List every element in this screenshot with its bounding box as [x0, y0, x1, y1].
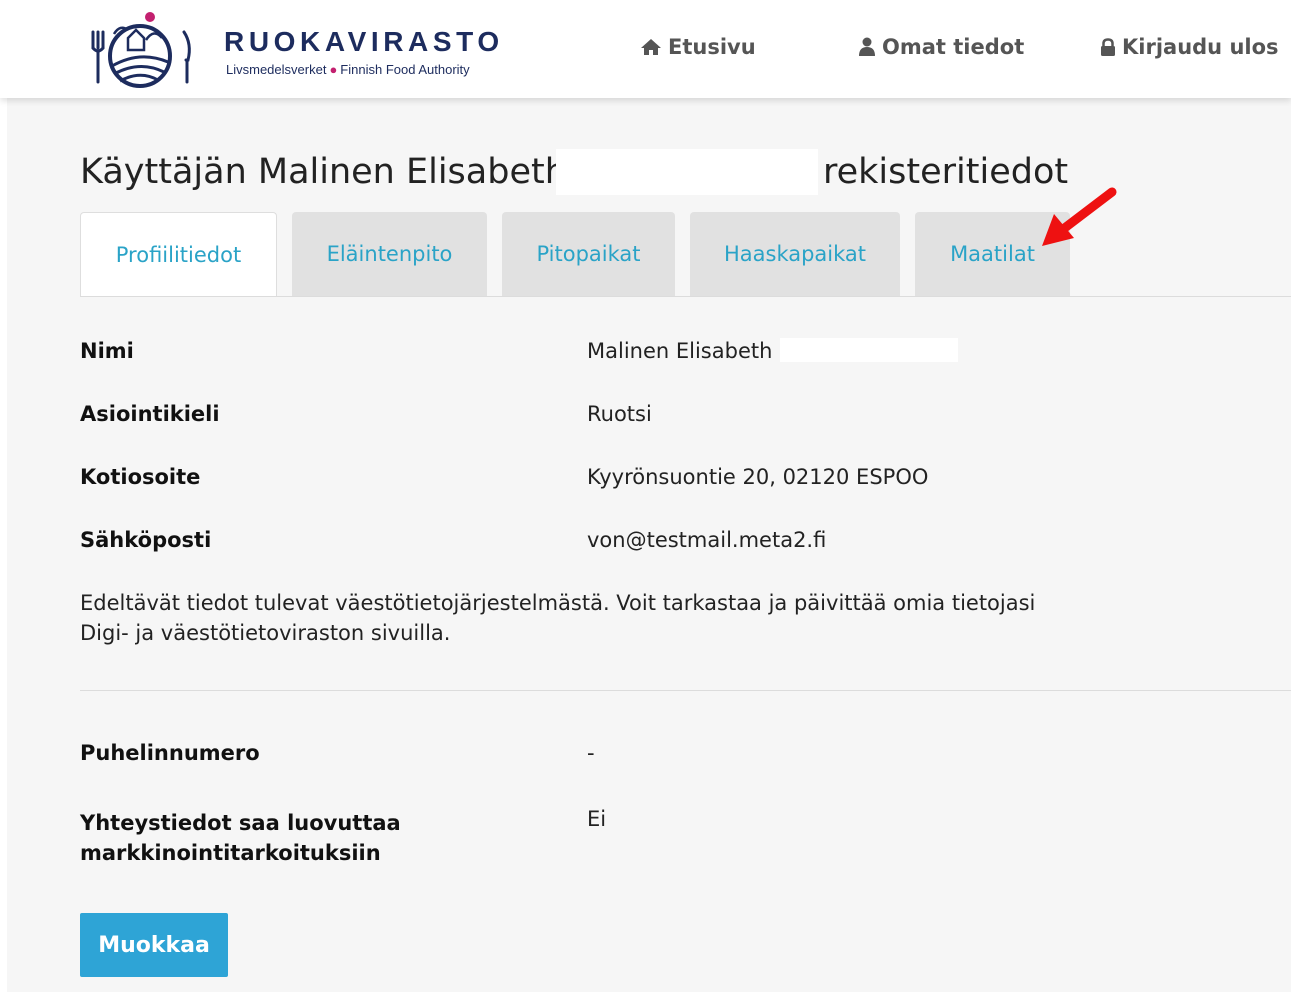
home-icon — [641, 39, 661, 55]
field-value-name: Malinen Elisabeth — [587, 339, 773, 363]
redacted-block — [556, 149, 818, 195]
tab-label: Maatilat — [950, 242, 1035, 266]
site-header: RUOKAVIRASTO Livsmedelsverket ● Finnish Fo… — [0, 0, 1291, 98]
field-value-address: Kyyrönsuontie 20, 02120 ESPOO — [587, 465, 929, 489]
ruokavirasto-logo-icon[interactable] — [84, 10, 196, 90]
tab-label: Eläintenpito — [326, 242, 453, 266]
page-title-suffix: rekisteritiedot — [823, 152, 1069, 192]
redacted-block — [780, 338, 958, 362]
red-arrow-icon — [1042, 187, 1117, 246]
lock-icon — [1101, 37, 1115, 56]
field-value-language: Ruotsi — [587, 402, 652, 426]
brand-sub-swedish: Livsmedelsverket — [226, 62, 327, 77]
tab-profiilitiedot[interactable]: Profiilitiedot — [80, 212, 277, 297]
nav-home-label: Etusivu — [668, 35, 756, 59]
nav-home[interactable]: Etusivu — [640, 34, 756, 60]
label-line: markkinointitarkoituksiin — [80, 841, 381, 865]
section-divider — [80, 690, 1291, 691]
tabs-divider — [80, 296, 1291, 297]
tab-label: Profiilitiedot — [115, 243, 242, 267]
nav-own-info[interactable]: Omat tiedot — [858, 34, 1024, 60]
population-register-info: Edeltävät tiedot tulevat väestötietojärj… — [80, 588, 1080, 648]
nav-logout-label: Kirjaudu ulos — [1122, 35, 1279, 59]
info-line: Digi- ja väestötietoviraston sivuilla. — [80, 621, 451, 645]
field-label-language: Asiointikieli — [80, 402, 220, 426]
info-line: Edeltävät tiedot tulevat väestötietojärj… — [80, 591, 1036, 615]
tab-label: Haaskapaikat — [723, 242, 867, 266]
nav-logout[interactable]: Kirjaudu ulos — [1100, 34, 1279, 60]
field-value-marketing-consent: Ei — [587, 807, 607, 831]
tab-elaintenpito[interactable]: Eläintenpito — [292, 212, 487, 296]
field-label-name: Nimi — [80, 339, 134, 363]
field-label-address: Kotiosoite — [80, 465, 201, 489]
brand-sub-english: Finnish Food Authority — [340, 62, 470, 77]
user-icon — [859, 37, 875, 56]
tab-pitopaikat[interactable]: Pitopaikat — [502, 212, 675, 296]
field-label-email: Sähköposti — [80, 528, 212, 552]
field-label-phone: Puhelinnumero — [80, 741, 260, 765]
field-value-phone: - — [587, 741, 595, 765]
label-line: Yhteystiedot saa luovuttaa — [80, 811, 401, 835]
page-title: Käyttäjän Malinen Elisabeth — [80, 152, 567, 192]
edit-button[interactable]: Muokkaa — [80, 913, 228, 977]
brand-name: RUOKAVIRASTO — [224, 26, 504, 57]
brand-subtitle: Livsmedelsverket ● Finnish Food Authority — [226, 62, 470, 77]
field-value-email: von@testmail.meta2.fi — [587, 528, 827, 552]
nav-own-info-label: Omat tiedot — [882, 35, 1025, 59]
field-label-marketing-consent: Yhteystiedot saa luovuttaa markkinointit… — [80, 808, 401, 868]
tab-label: Pitopaikat — [536, 242, 641, 266]
brand-dot-icon: ● — [329, 62, 338, 77]
tab-haaskapaikat[interactable]: Haaskapaikat — [690, 212, 900, 296]
